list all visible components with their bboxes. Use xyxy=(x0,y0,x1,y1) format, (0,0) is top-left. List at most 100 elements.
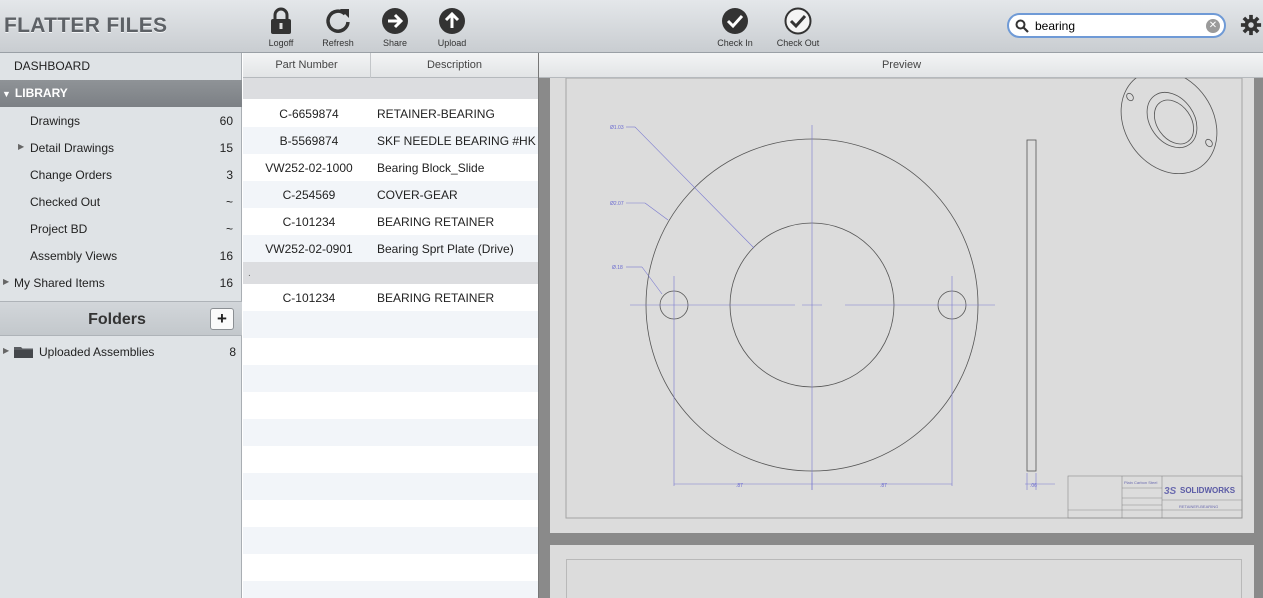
folder-icon xyxy=(14,347,33,358)
check-in-icon xyxy=(722,8,748,34)
part-number-cell: C-101234 xyxy=(282,215,336,229)
empty-row xyxy=(243,554,538,581)
sidebar-item-checked-out[interactable]: Checked Out ~ xyxy=(0,188,242,215)
clear-search-icon[interactable]: ✕ xyxy=(1206,19,1220,33)
sidebar-item-count: 3 xyxy=(226,168,233,182)
table-row[interactable]: C-101234 BEARING RETAINER xyxy=(243,208,538,235)
description-cell: Bearing Block_Slide xyxy=(377,161,485,175)
lock-icon xyxy=(271,7,291,34)
search-input[interactable] xyxy=(1035,18,1200,34)
table-row[interactable]: C-254569 COVER-GEAR xyxy=(243,181,538,208)
share-arrow-icon xyxy=(382,8,408,34)
folders-header: Folders + xyxy=(0,301,242,336)
sidebar-item-label: Drawings xyxy=(30,114,81,128)
upload-label: Upload xyxy=(437,38,467,48)
table-row[interactable]: B-5569874 SKF NEEDLE BEARING #HK xyxy=(243,127,538,154)
folder-count: 8 xyxy=(229,345,236,359)
check-out-icon xyxy=(784,7,812,35)
sidebar-item-change-orders[interactable]: Change Orders 3 xyxy=(0,161,242,188)
sidebar-item-my-shared-items[interactable]: ▶ My Shared Items 16 xyxy=(0,269,242,296)
preview-header: Preview xyxy=(539,53,1263,78)
sidebar-item-assembly-views[interactable]: Assembly Views 16 xyxy=(0,242,242,269)
check-in-button[interactable]: Check In xyxy=(707,6,763,48)
search-icon xyxy=(1015,19,1029,33)
sidebar-item-label: Change Orders xyxy=(30,168,113,182)
empty-row xyxy=(243,365,538,392)
empty-row xyxy=(243,500,538,527)
table-row[interactable]: VW252-02-0901 Bearing Sprt Plate (Drive) xyxy=(243,235,538,262)
empty-row xyxy=(243,527,538,554)
empty-row xyxy=(243,338,538,365)
logoff-button[interactable]: Logoff xyxy=(253,6,309,48)
refresh-label: Refresh xyxy=(322,38,354,48)
logoff-label: Logoff xyxy=(268,38,294,48)
gear-icon[interactable] xyxy=(1240,13,1262,37)
app-title: FLATTER FILES xyxy=(4,14,168,37)
dimension-label: .87 xyxy=(880,483,887,489)
share-button[interactable]: Share xyxy=(367,6,423,48)
sidebar-item-detail-drawings[interactable]: ▶ Detail Drawings 15 xyxy=(0,134,242,161)
empty-row xyxy=(243,419,538,446)
description-cell: BEARING RETAINER xyxy=(377,215,495,229)
description-cell: SKF NEEDLE BEARING #HK xyxy=(377,134,536,148)
sidebar-item-count: 16 xyxy=(219,276,233,290)
sidebar-item-label: Checked Out xyxy=(30,195,101,209)
check-out-button[interactable]: Check Out xyxy=(770,6,826,48)
sidebar-item-label: Project BD xyxy=(30,222,88,236)
logo-prefix: 3S xyxy=(1164,486,1177,497)
sidebar-item-label: Assembly Views xyxy=(30,249,118,263)
add-folder-button[interactable]: + xyxy=(210,308,234,330)
solidworks-logo: 3S SOLIDWORKS xyxy=(1164,486,1236,497)
column-header-description[interactable]: Description xyxy=(371,59,538,71)
table-row[interactable]: C-6659874 RETAINER-BEARING xyxy=(243,100,538,127)
description-cell: COVER-GEAR xyxy=(377,188,458,202)
refresh-button[interactable]: Refresh xyxy=(310,6,366,48)
sidebar-item-label: Detail Drawings xyxy=(30,141,115,155)
group-marker: . xyxy=(248,268,251,279)
search-box[interactable]: ✕ xyxy=(1007,13,1226,38)
part-number-cell: C-101234 xyxy=(282,291,336,305)
dimension-label: Ø2.07 xyxy=(610,201,624,207)
description-cell: BEARING RETAINER xyxy=(377,291,495,305)
triangle-right-icon[interactable]: ▶ xyxy=(18,142,24,151)
triangle-right-icon[interactable]: ▶ xyxy=(3,277,9,286)
empty-row xyxy=(243,311,538,338)
logo-text: SOLIDWORKS xyxy=(1180,486,1236,495)
column-header-part-number[interactable]: Part Number xyxy=(243,59,370,71)
drawing-sheet[interactable]: Ø1.03 Ø2.07 Ø.18 .87 .87 .06 Plain Carbo… xyxy=(550,69,1254,533)
dimension-label: Ø.18 xyxy=(612,265,623,271)
upload-button[interactable]: Upload xyxy=(424,6,480,48)
check-out-label: Check Out xyxy=(776,38,820,48)
folder-item-uploaded-assemblies[interactable]: ▶ Uploaded Assemblies 8 xyxy=(0,338,242,365)
sheet-border xyxy=(566,559,1242,598)
sidebar-item-project-bd[interactable]: Project BD ~ xyxy=(0,215,242,242)
table-row[interactable]: VW252-02-1000 Bearing Block_Slide xyxy=(243,154,538,181)
sidebar-item-count: 60 xyxy=(219,114,233,128)
check-in-label: Check In xyxy=(717,38,753,48)
table-row[interactable]: C-101234 BEARING RETAINER xyxy=(243,284,538,311)
group-header-row xyxy=(243,78,538,99)
library-header[interactable]: ▼ LIBRARY xyxy=(0,80,242,107)
part-number-cell: VW252-02-0901 xyxy=(265,242,353,256)
title-block-name: RETAINER-BEARING xyxy=(1179,504,1218,509)
library-label: LIBRARY xyxy=(14,86,68,100)
part-number-cell: VW252-02-1000 xyxy=(265,161,353,175)
triangle-down-icon: ▼ xyxy=(2,89,11,99)
sidebar-item-drawings[interactable]: Drawings 60 xyxy=(0,107,242,134)
sidebar-item-count: 15 xyxy=(219,141,233,155)
empty-row xyxy=(243,446,538,473)
drawing-sheet-2[interactable] xyxy=(550,545,1254,598)
triangle-right-icon[interactable]: ▶ xyxy=(3,346,9,355)
sidebar-item-dashboard[interactable]: DASHBOARD xyxy=(0,53,242,80)
sidebar-item-count: ~ xyxy=(225,195,233,209)
part-number-cell: C-6659874 xyxy=(279,107,339,121)
refresh-icon xyxy=(326,9,350,33)
empty-row xyxy=(243,581,538,598)
folder-label: Uploaded Assemblies xyxy=(39,345,155,359)
upload-icon xyxy=(439,8,465,34)
part-number-cell: C-254569 xyxy=(282,188,336,202)
dimension-label: .87 xyxy=(736,483,743,489)
dimension-label: .06 xyxy=(1030,483,1037,489)
empty-row xyxy=(243,392,538,419)
toolbar: FLATTER FILES Logoff Refresh Share Uploa… xyxy=(0,0,1263,53)
